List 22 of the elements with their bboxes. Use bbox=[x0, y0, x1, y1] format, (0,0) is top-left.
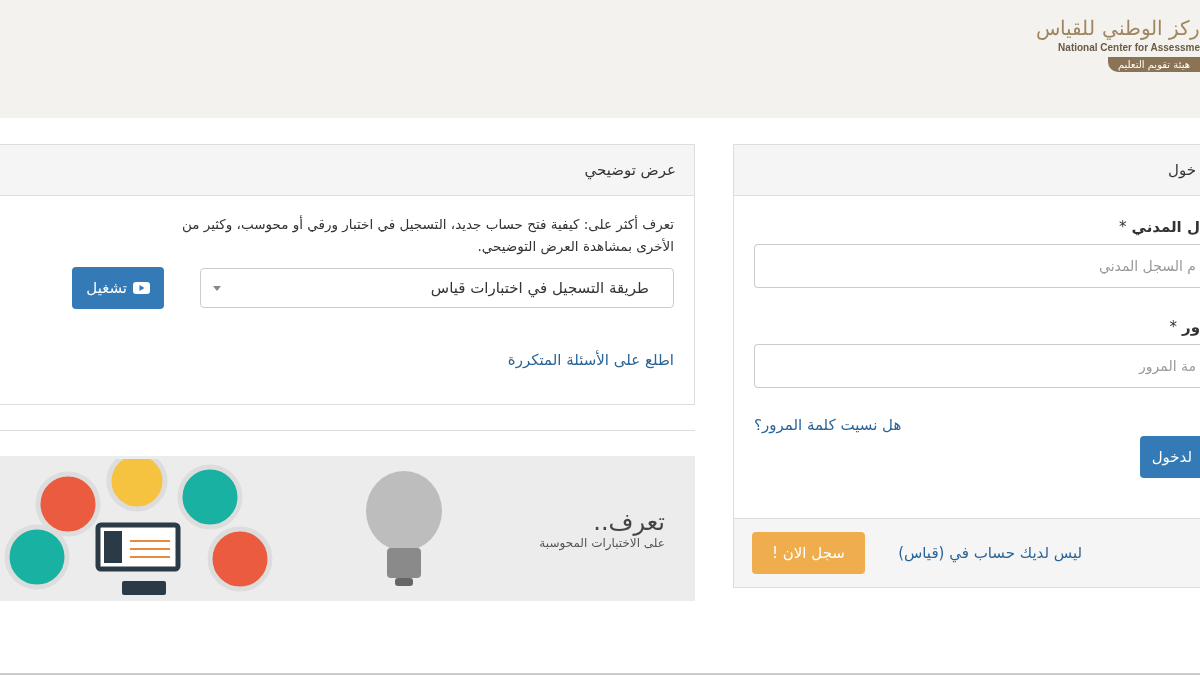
login-button[interactable]: لدخول bbox=[1139, 436, 1200, 478]
required-asterisk: * bbox=[1169, 318, 1178, 336]
banner-title: تعرف.. bbox=[593, 507, 665, 536]
logo-english-text: National Center for Assessme bbox=[1058, 42, 1200, 53]
field-label: ور bbox=[1182, 318, 1200, 336]
logo-calligraphy: ركز الوطني للقياس bbox=[1036, 15, 1200, 42]
logo-ribbon: هيئة تقويم التعليم bbox=[1107, 57, 1200, 72]
panel-title: خول bbox=[1168, 161, 1196, 179]
no-account-text: ليس لديك حساب في (قياس) bbox=[898, 544, 1082, 562]
faq-link[interactable]: اطلع على الأسئلة المتكررة bbox=[507, 351, 674, 370]
banner-subtitle: على الاختبارات المحوسبة bbox=[539, 535, 665, 550]
play-button[interactable]: تشغيل bbox=[72, 267, 164, 310]
play-icon bbox=[133, 282, 150, 295]
required-asterisk: * bbox=[1118, 218, 1127, 236]
description-text: تعرف أكثر على: كيفية فتح حساب جديد، التسجيل في اختبار ورقي أو محوسب، وكثير من الأخرى بمشاهدة العرض التوضيحي. bbox=[180, 214, 674, 257]
input-field[interactable]: م السجل المدني bbox=[754, 244, 1200, 288]
input-field[interactable]: مة المرور bbox=[754, 344, 1200, 388]
video-select[interactable]: طريقة التسجيل في اختبارات قياس bbox=[200, 268, 674, 309]
caret-icon bbox=[213, 285, 221, 291]
forgot-password-link[interactable]: هل نسيت كلمة المرور؟ bbox=[754, 416, 902, 434]
field-label: ل المدني bbox=[1131, 218, 1200, 236]
panel-title: عرض توضيحي bbox=[584, 161, 676, 179]
